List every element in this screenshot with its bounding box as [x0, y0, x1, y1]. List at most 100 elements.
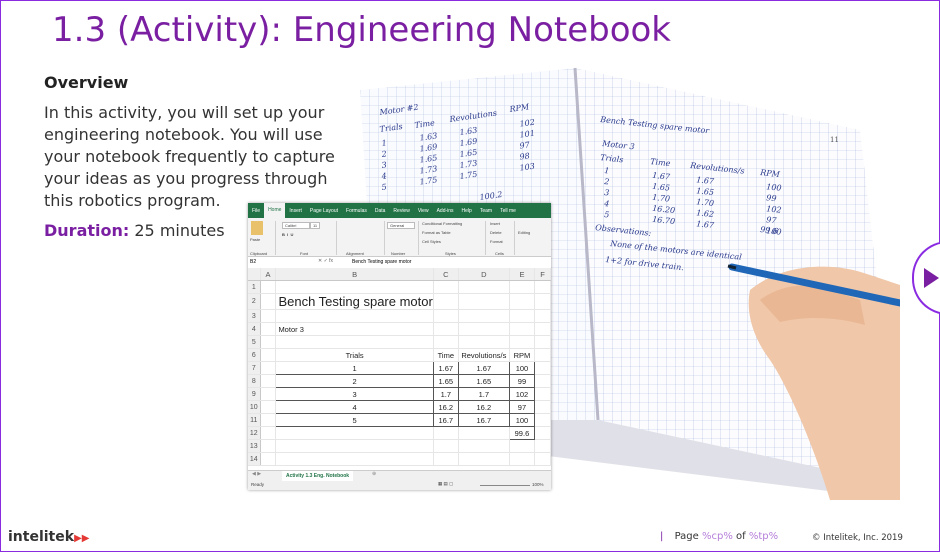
format-cells-button[interactable]: Format	[490, 239, 503, 244]
cell[interactable]	[534, 374, 551, 388]
cell[interactable]	[509, 280, 536, 294]
cell[interactable]	[509, 309, 536, 323]
cell[interactable]	[509, 322, 536, 336]
row-header[interactable]: 6	[248, 348, 261, 362]
row-header[interactable]: 10	[248, 400, 261, 414]
data-cell[interactable]: 1.67	[432, 361, 459, 375]
ribbon-tab-data[interactable]: Data	[371, 208, 390, 214]
data-cell[interactable]: 1.67	[457, 361, 510, 375]
data-cell[interactable]: 16.7	[457, 413, 510, 427]
cell[interactable]	[534, 361, 551, 375]
column-header[interactable]: F	[534, 268, 551, 281]
ribbon-tab-help[interactable]: Help	[458, 208, 476, 214]
cell-styles-button[interactable]: Cell Styles	[422, 239, 441, 244]
cell[interactable]	[260, 452, 277, 466]
average-cell[interactable]: 99.6	[508, 426, 536, 440]
row-header[interactable]: 3	[248, 309, 261, 323]
cell[interactable]	[509, 335, 536, 349]
ribbon-tab-view[interactable]: View	[414, 208, 433, 214]
cell[interactable]	[458, 426, 510, 440]
add-sheet-icon[interactable]: ⊕	[372, 471, 376, 477]
data-cell[interactable]: 97	[508, 400, 536, 414]
cell[interactable]	[458, 280, 510, 294]
zoom-slider[interactable]	[480, 485, 530, 486]
cell[interactable]	[260, 387, 277, 401]
cell[interactable]	[433, 439, 459, 453]
cell[interactable]	[433, 335, 459, 349]
cell[interactable]	[275, 439, 434, 453]
row-header[interactable]: 8	[248, 374, 261, 388]
cell[interactable]	[275, 335, 434, 349]
cell[interactable]	[275, 452, 434, 466]
formula-input[interactable]: Bench Testing spare motor	[352, 259, 411, 265]
cell[interactable]	[260, 322, 277, 336]
data-cell[interactable]: 100	[508, 361, 536, 375]
cell[interactable]	[260, 293, 277, 310]
font-size-box[interactable]: 11	[310, 222, 321, 229]
conditional-formatting-button[interactable]: Conditional Formatting	[422, 221, 462, 226]
cell[interactable]	[433, 452, 459, 466]
table-header-cell[interactable]: Trials	[275, 348, 434, 362]
cell[interactable]	[275, 426, 434, 440]
data-cell[interactable]: 100	[508, 413, 536, 427]
cell[interactable]	[433, 293, 459, 310]
fx-icon[interactable]: ✕ ✓ fx	[318, 258, 333, 264]
row-header[interactable]: 1	[248, 280, 261, 294]
ribbon-tab-home[interactable]: Home	[264, 203, 286, 218]
column-header[interactable]: C	[433, 268, 459, 281]
cell[interactable]	[260, 374, 277, 388]
select-all-corner[interactable]	[248, 268, 261, 281]
paste-icon[interactable]	[251, 221, 263, 235]
cell[interactable]	[509, 439, 536, 453]
column-header[interactable]: B	[275, 268, 434, 281]
cell[interactable]	[433, 280, 459, 294]
bold-button[interactable]: B I U	[282, 232, 293, 237]
cell[interactable]	[260, 348, 277, 362]
cell[interactable]	[260, 309, 277, 323]
cell[interactable]	[458, 335, 510, 349]
ribbon-tab-tell-me[interactable]: Tell me	[496, 208, 520, 214]
ribbon-tab-page-layout[interactable]: Page Layout	[306, 208, 342, 214]
ribbon-tab-file[interactable]: File	[248, 208, 264, 214]
row-header[interactable]: 4	[248, 322, 261, 336]
data-cell[interactable]: 1.65	[432, 374, 459, 388]
cell[interactable]	[260, 400, 277, 414]
sheet-title-cell[interactable]: Bench Testing spare motor	[275, 293, 434, 310]
cell[interactable]	[433, 309, 459, 323]
row-header[interactable]: 11	[248, 413, 261, 427]
editing-button[interactable]: Editing	[518, 230, 530, 235]
number-format-box[interactable]: General	[387, 222, 415, 229]
table-header-cell[interactable]: Revolutions/s	[458, 348, 510, 362]
cell[interactable]	[534, 387, 551, 401]
cell[interactable]	[509, 293, 536, 310]
row-header[interactable]: 5	[248, 335, 261, 349]
cell[interactable]	[458, 322, 510, 336]
data-cell[interactable]: 5	[275, 413, 434, 427]
data-cell[interactable]: 16.2	[432, 400, 459, 414]
cell[interactable]	[260, 413, 277, 427]
cell[interactable]	[260, 280, 277, 294]
cell[interactable]	[458, 293, 510, 310]
cell[interactable]	[509, 452, 536, 466]
delete-cells-button[interactable]: Delete	[490, 230, 502, 235]
data-cell[interactable]: 16.7	[432, 413, 459, 427]
sheet-nav-icon[interactable]: ◀ ▶	[252, 471, 261, 477]
cell[interactable]	[458, 439, 510, 453]
row-header[interactable]: 2	[248, 293, 261, 310]
cell[interactable]	[534, 309, 551, 323]
cell[interactable]	[458, 452, 510, 466]
cell[interactable]	[534, 335, 551, 349]
view-buttons-icon[interactable]: ▦ ▤ ▢	[438, 481, 453, 487]
row-header[interactable]: 7	[248, 361, 261, 375]
cell[interactable]	[534, 439, 551, 453]
cell[interactable]	[433, 322, 459, 336]
ribbon-tab-add-ins[interactable]: Add-ins	[433, 208, 458, 214]
cell[interactable]	[260, 361, 277, 375]
cell[interactable]	[534, 280, 551, 294]
cell[interactable]	[534, 293, 551, 310]
ribbon-tab-review[interactable]: Review	[389, 208, 413, 214]
column-header[interactable]: D	[458, 268, 510, 281]
cell[interactable]	[275, 309, 434, 323]
cell[interactable]	[534, 322, 551, 336]
data-cell[interactable]: 102	[508, 387, 536, 401]
